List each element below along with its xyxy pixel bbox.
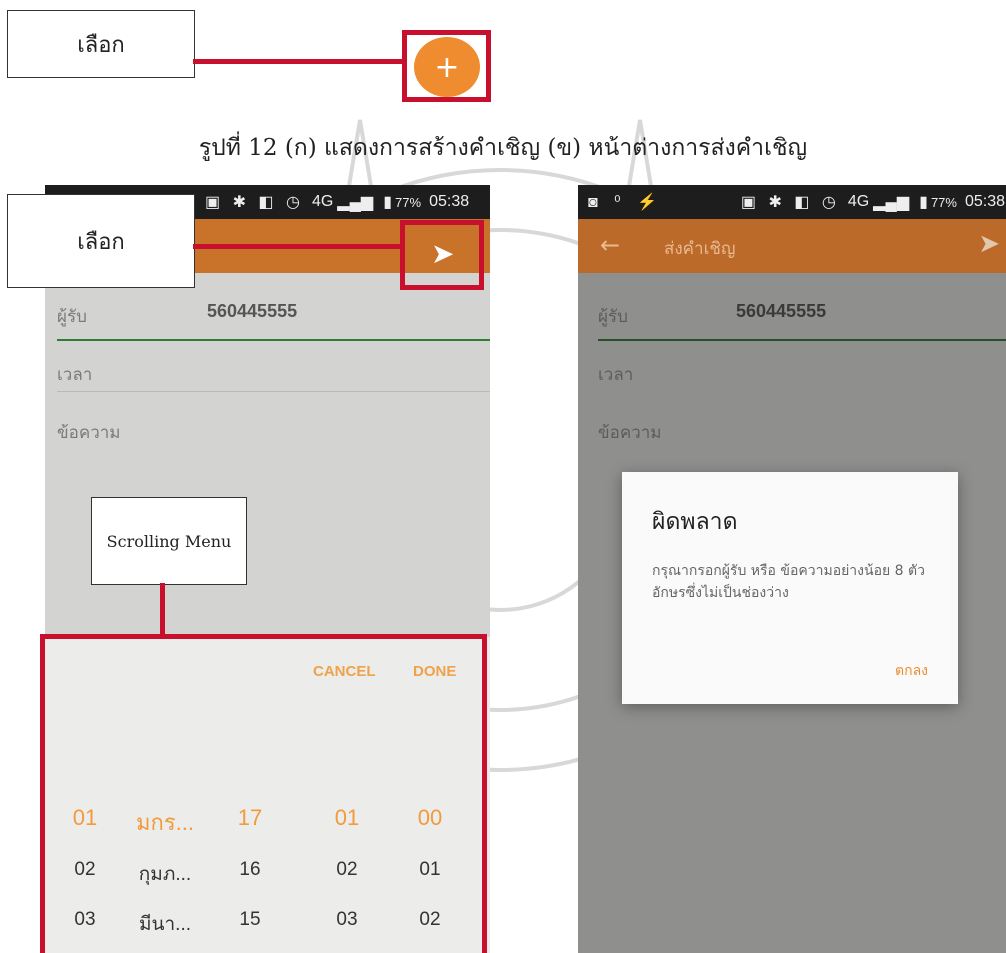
highlight-box-fab: + <box>402 30 491 102</box>
signal-icon: ▂▄▆ <box>873 194 910 211</box>
time-field-label[interactable]: เวลา <box>57 361 92 388</box>
send-icon[interactable]: ➤ <box>978 229 1000 259</box>
recipient-input[interactable]: 560445555 <box>736 301 826 322</box>
error-dialog: ผิดพลาด กรุณากรอกผู้รับ หรือ ข้อความอย่า… <box>622 472 958 704</box>
app-bar: ← ส่งคำเชิญ ➤ <box>578 219 1006 273</box>
signal-icon: ▂▄▆ <box>337 194 374 211</box>
battery-label: 77% <box>930 194 957 210</box>
time-label: 05:38 <box>429 193 470 210</box>
dialog-ok-button[interactable]: ตกลง <box>895 660 928 682</box>
battery-icon: ▮ <box>383 194 393 211</box>
plus-icon: + <box>434 49 460 85</box>
message-field-label[interactable]: ข้อความ <box>598 419 662 446</box>
callout-select-mid-text: เลือก <box>77 229 125 255</box>
callout-select-top: เลือก <box>7 10 195 78</box>
time-label: 05:38 <box>964 193 1006 210</box>
connector-line-top <box>193 59 405 64</box>
app-status-icons: ◙ ⁰ ⚡ <box>588 194 663 211</box>
time-underline <box>57 391 490 392</box>
callout-scrolling-menu: Scrolling Menu <box>91 497 247 585</box>
recipient-label: ผู้รับ <box>57 307 87 326</box>
recipient-underline <box>598 339 1006 341</box>
app-bar-title: ส่งคำเชิญ <box>664 239 736 259</box>
recipient-underline <box>57 339 490 341</box>
network-label: 4G <box>311 193 334 210</box>
status-icons: ▣ ✱ ◧ ◷ <box>205 194 304 211</box>
recipient-label: ผู้รับ <box>598 307 628 326</box>
connector-line-menu <box>160 583 165 639</box>
callout-scrolling-menu-text: Scrolling Menu <box>106 531 232 551</box>
connector-line-mid <box>193 244 405 249</box>
status-bar: ◙ ⁰ ⚡ ▣ ✱ ◧ ◷ 4G ▂▄▆ ▮ 77% 05:38 <box>578 185 1006 219</box>
callout-select-top-text: เลือก <box>77 32 125 58</box>
highlight-box-picker <box>40 634 487 953</box>
time-field-label[interactable]: เวลา <box>598 361 633 388</box>
add-fab-button[interactable]: + <box>414 37 480 97</box>
dialog-message: กรุณากรอกผู้รับ หรือ ข้อความอย่างน้อย 8 … <box>652 563 925 601</box>
send-icon[interactable]: ➤ <box>431 237 454 270</box>
battery-label: 77% <box>395 194 422 210</box>
network-label: 4G <box>847 193 870 210</box>
figure-caption: รูปที่ 12 (ก) แสดงการสร้างคำเชิญ (ข) หน้… <box>198 135 808 161</box>
callout-select-mid: เลือก <box>7 194 195 288</box>
status-icons: ▣ ✱ ◧ ◷ <box>740 194 840 211</box>
right-phone-screen: ◙ ⁰ ⚡ ▣ ✱ ◧ ◷ 4G ▂▄▆ ▮ 77% 05:38 ← ส่งคำ… <box>578 185 1006 953</box>
back-arrow-icon[interactable]: ← <box>600 231 620 259</box>
message-field-label[interactable]: ข้อความ <box>57 419 121 446</box>
recipient-input[interactable]: 560445555 <box>207 301 297 322</box>
highlight-box-send: ➤ <box>400 220 484 290</box>
battery-icon: ▮ <box>919 194 928 211</box>
dialog-title: ผิดพลาด <box>652 509 738 535</box>
